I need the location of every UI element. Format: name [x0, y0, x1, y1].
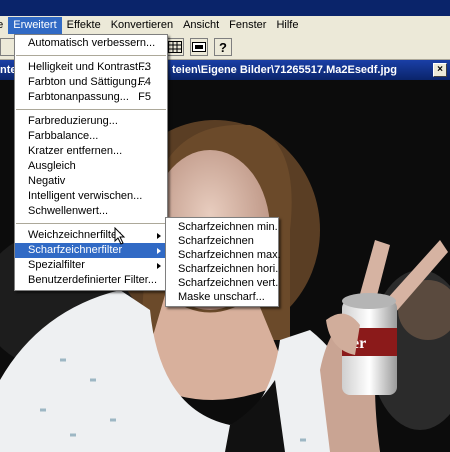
menu-item-spezialfilter[interactable]: Spezialfilter: [15, 258, 167, 273]
menu-item-scharfzeichnerfilter[interactable]: Scharfzeichnerfilter: [15, 243, 167, 258]
submenu-arrow-icon: [157, 263, 161, 269]
menu-erweitert[interactable]: Erweitert: [8, 17, 62, 34]
menu-item-label: Spezialfilter: [28, 259, 85, 271]
menu-bar: ne Erweitert Effekte Konvertieren Ansich…: [0, 16, 450, 36]
submenu-item-scharfzeichnen-min[interactable]: Scharfzeichnen min.: [166, 220, 278, 234]
menu-item-ausgleich[interactable]: Ausgleich: [15, 159, 167, 174]
menu-separator: [16, 223, 166, 224]
menu-separator: [16, 109, 166, 110]
help-icon[interactable]: ?: [214, 38, 232, 56]
submenu-item-scharfzeichnen-vert[interactable]: Scharfzeichnen vert.: [166, 276, 278, 290]
submenu-arrow-icon: [157, 233, 161, 239]
submenu-arrow-icon: [157, 248, 161, 254]
menu-item-weichzeichnerfilter[interactable]: Weichzeichnerfilter: [15, 228, 167, 243]
menu-item-shortcut: F4: [138, 76, 151, 88]
menu-item-label: Ausgleich: [28, 160, 76, 172]
mouse-cursor-icon: [114, 227, 126, 245]
menu-item-label: Negativ: [28, 175, 66, 187]
menu-item-label: Helligkeit und Kontrast...: [28, 61, 148, 73]
film-icon[interactable]: [190, 38, 208, 56]
menu-item-label: Intelligent verwischen...: [28, 190, 143, 202]
menu-item-label: Scharfzeichnerfilter: [28, 244, 123, 256]
menu-item-farbbalance[interactable]: Farbbalance...: [15, 129, 167, 144]
menu-item-automatisch-verbessern[interactable]: Automatisch verbessern...: [15, 36, 167, 51]
menu-item-label: Schwellenwert...: [28, 205, 109, 217]
menu-item-label: Farbreduzierung...: [28, 115, 118, 127]
menu-item-benutzerdefinierter-filter[interactable]: Benutzerdefinierter Filter...: [15, 273, 167, 288]
menu-item-label: Benutzerdefinierter Filter...: [28, 274, 158, 286]
menu-item-shortcut: F3: [138, 61, 151, 73]
grid-icon[interactable]: [166, 38, 184, 56]
menu-item-shortcut: F5: [138, 91, 151, 103]
menu-ansicht[interactable]: Ansicht: [178, 17, 224, 34]
menu-konvertieren[interactable]: Konvertieren: [106, 17, 178, 34]
menu-item-label: Farbbalance...: [28, 130, 99, 142]
menu-item-farbreduzierung[interactable]: Farbreduzierung...: [15, 114, 167, 129]
erweitert-menu: Automatisch verbessern... Helligkeit und…: [14, 34, 168, 291]
submenu-item-scharfzeichnen-max[interactable]: Scharfzeichnen max.: [166, 248, 281, 262]
menu-separator: [16, 55, 166, 56]
menu-item-helligkeit-kontrast[interactable]: Helligkeit und Kontrast... F3: [15, 60, 167, 75]
menu-item-label: Farbton und Sättigung...: [28, 76, 147, 88]
menu-item-negativ[interactable]: Negativ: [15, 174, 167, 189]
menu-item-intelligent-verwischen[interactable]: Intelligent verwischen...: [15, 189, 167, 204]
close-icon[interactable]: ×: [433, 63, 447, 77]
svg-text:?: ?: [219, 40, 227, 54]
scharfzeichner-submenu: Scharfzeichnen min. Scharfzeichnen Schar…: [165, 217, 281, 307]
menu-effekte[interactable]: Effekte: [62, 17, 106, 34]
submenu-item-maske-unscharf[interactable]: Maske unscharf...: [166, 290, 278, 304]
menu-fenster[interactable]: Fenster: [224, 17, 271, 34]
menu-item-farbtonanpassung[interactable]: Farbtonanpassung... F5: [15, 90, 167, 105]
submenu-item-scharfzeichnen[interactable]: Scharfzeichnen: [166, 234, 278, 248]
menu-item-schwellenwert[interactable]: Schwellenwert...: [15, 204, 167, 219]
menu-item-farbton-saettigung[interactable]: Farbton und Sättigung... F4: [15, 75, 167, 90]
menu-item-label: Farbtonanpassung...: [28, 91, 129, 103]
menu-datei[interactable]: ne: [0, 17, 8, 34]
menu-item-label: Automatisch verbessern...: [28, 37, 156, 49]
menu-item-kratzer-entfernen[interactable]: Kratzer entfernen...: [15, 144, 167, 159]
app-title-bar: [0, 0, 450, 16]
submenu-item-scharfzeichnen-hori[interactable]: Scharfzeichnen hori.: [166, 262, 278, 276]
menu-item-label: Kratzer entfernen...: [28, 145, 123, 157]
menu-hilfe[interactable]: Hilfe: [271, 17, 303, 34]
document-title: teien\Eigene Bilder\71265517.Ma2Esedf.jp…: [172, 64, 397, 76]
menu-item-label: Weichzeichnerfilter: [28, 229, 121, 241]
